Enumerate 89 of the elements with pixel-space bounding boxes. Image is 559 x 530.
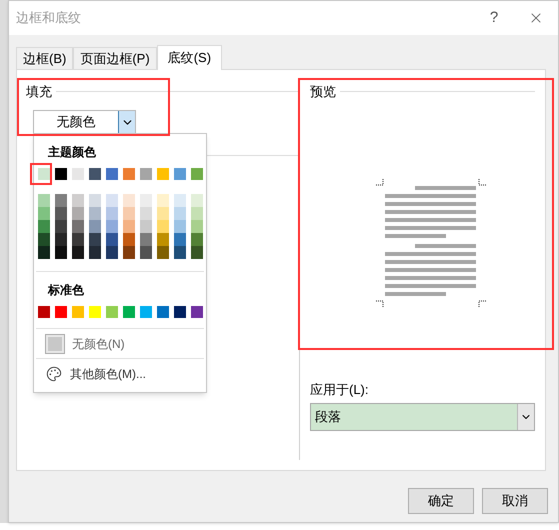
color-swatch[interactable]: [106, 246, 118, 259]
color-swatch[interactable]: [72, 194, 84, 207]
color-swatch[interactable]: [38, 168, 50, 180]
color-swatch[interactable]: [72, 220, 84, 233]
color-swatch[interactable]: [106, 306, 118, 318]
color-swatch[interactable]: [72, 246, 84, 259]
color-swatch[interactable]: [140, 306, 152, 318]
tab[interactable]: 边框(B): [16, 47, 74, 69]
color-swatch[interactable]: [157, 168, 169, 180]
color-swatch[interactable]: [106, 194, 118, 207]
color-swatch[interactable]: [174, 168, 186, 180]
color-swatch[interactable]: [106, 168, 118, 180]
color-swatch[interactable]: [55, 233, 67, 246]
dialog-button[interactable]: 确定: [408, 488, 474, 514]
color-swatch[interactable]: [123, 220, 135, 233]
no-color-item[interactable]: 无颜色(N): [34, 329, 206, 358]
color-swatch[interactable]: [140, 220, 152, 233]
color-swatch[interactable]: [38, 194, 50, 207]
color-swatch[interactable]: [38, 233, 50, 246]
color-swatch[interactable]: [140, 168, 152, 180]
color-swatch[interactable]: [140, 194, 152, 207]
color-swatch[interactable]: [157, 246, 169, 259]
color-swatch[interactable]: [123, 306, 135, 318]
color-swatch[interactable]: [140, 207, 152, 220]
theme-colors-heading: 主题颜色: [48, 144, 97, 161]
color-swatch[interactable]: [55, 194, 67, 207]
color-swatch[interactable]: [89, 306, 101, 318]
color-swatch[interactable]: [89, 233, 101, 246]
tab[interactable]: 页面边框(P): [73, 47, 157, 69]
color-swatch[interactable]: [106, 220, 118, 233]
color-swatch[interactable]: [123, 194, 135, 207]
color-swatch[interactable]: [191, 233, 203, 246]
color-swatch[interactable]: [38, 207, 50, 220]
dialog-button[interactable]: 取消: [482, 488, 548, 514]
color-swatch[interactable]: [157, 306, 169, 318]
color-swatch[interactable]: [157, 194, 169, 207]
color-swatch[interactable]: [140, 233, 152, 246]
color-swatch[interactable]: [157, 233, 169, 246]
color-swatch[interactable]: [174, 220, 186, 233]
color-swatch[interactable]: [157, 220, 169, 233]
color-swatch[interactable]: [174, 306, 186, 318]
color-swatch[interactable]: [157, 207, 169, 220]
color-swatch[interactable]: [38, 246, 50, 259]
color-swatch[interactable]: [191, 207, 203, 220]
color-swatch[interactable]: [123, 233, 135, 246]
color-swatch[interactable]: [174, 233, 186, 246]
swatch-icon: [46, 334, 64, 352]
fill-color-dropdown[interactable]: 无颜色: [33, 110, 136, 134]
color-swatch[interactable]: [191, 194, 203, 207]
color-swatch[interactable]: [191, 168, 203, 180]
color-swatch[interactable]: [123, 246, 135, 259]
color-swatch[interactable]: [174, 207, 186, 220]
color-swatch[interactable]: [38, 220, 50, 233]
color-swatch[interactable]: [191, 306, 203, 318]
color-swatch[interactable]: [89, 220, 101, 233]
color-swatch[interactable]: [89, 246, 101, 259]
more-colors-item[interactable]: 其他颜色(M)...: [34, 359, 206, 389]
help-button[interactable]: ?: [474, 3, 514, 33]
fill-label: 填充: [26, 83, 52, 101]
apply-to-label: 应用于(L):: [310, 380, 370, 399]
color-swatch[interactable]: [191, 246, 203, 259]
preview-label: 预览: [310, 83, 336, 101]
color-swatch[interactable]: [55, 207, 67, 220]
color-swatch[interactable]: [72, 168, 84, 180]
color-swatch[interactable]: [89, 207, 101, 220]
color-swatch[interactable]: [55, 220, 67, 233]
window-title: 边框和底纹: [16, 9, 82, 28]
apply-to-select[interactable]: 段落: [310, 403, 535, 431]
color-swatch[interactable]: [55, 306, 67, 318]
color-swatch[interactable]: [140, 246, 152, 259]
color-swatch[interactable]: [55, 246, 67, 259]
color-swatch[interactable]: [38, 306, 50, 318]
tab[interactable]: 底纹(S): [156, 45, 222, 70]
color-swatch[interactable]: [106, 207, 118, 220]
color-swatch[interactable]: [174, 194, 186, 207]
color-swatch[interactable]: [72, 207, 84, 220]
color-swatch[interactable]: [55, 168, 67, 180]
color-swatch[interactable]: [191, 220, 203, 233]
color-swatch[interactable]: [106, 233, 118, 246]
color-swatch[interactable]: [174, 246, 186, 259]
highlight-frame: [30, 163, 52, 185]
color-swatch[interactable]: [89, 168, 101, 180]
color-swatch[interactable]: [89, 194, 101, 207]
color-swatch[interactable]: [123, 168, 135, 180]
palette-icon: [46, 366, 62, 382]
color-swatch[interactable]: [123, 207, 135, 220]
standard-colors-heading: 标准色: [48, 282, 85, 299]
color-swatch[interactable]: [72, 306, 84, 318]
color-swatch[interactable]: [72, 233, 84, 246]
